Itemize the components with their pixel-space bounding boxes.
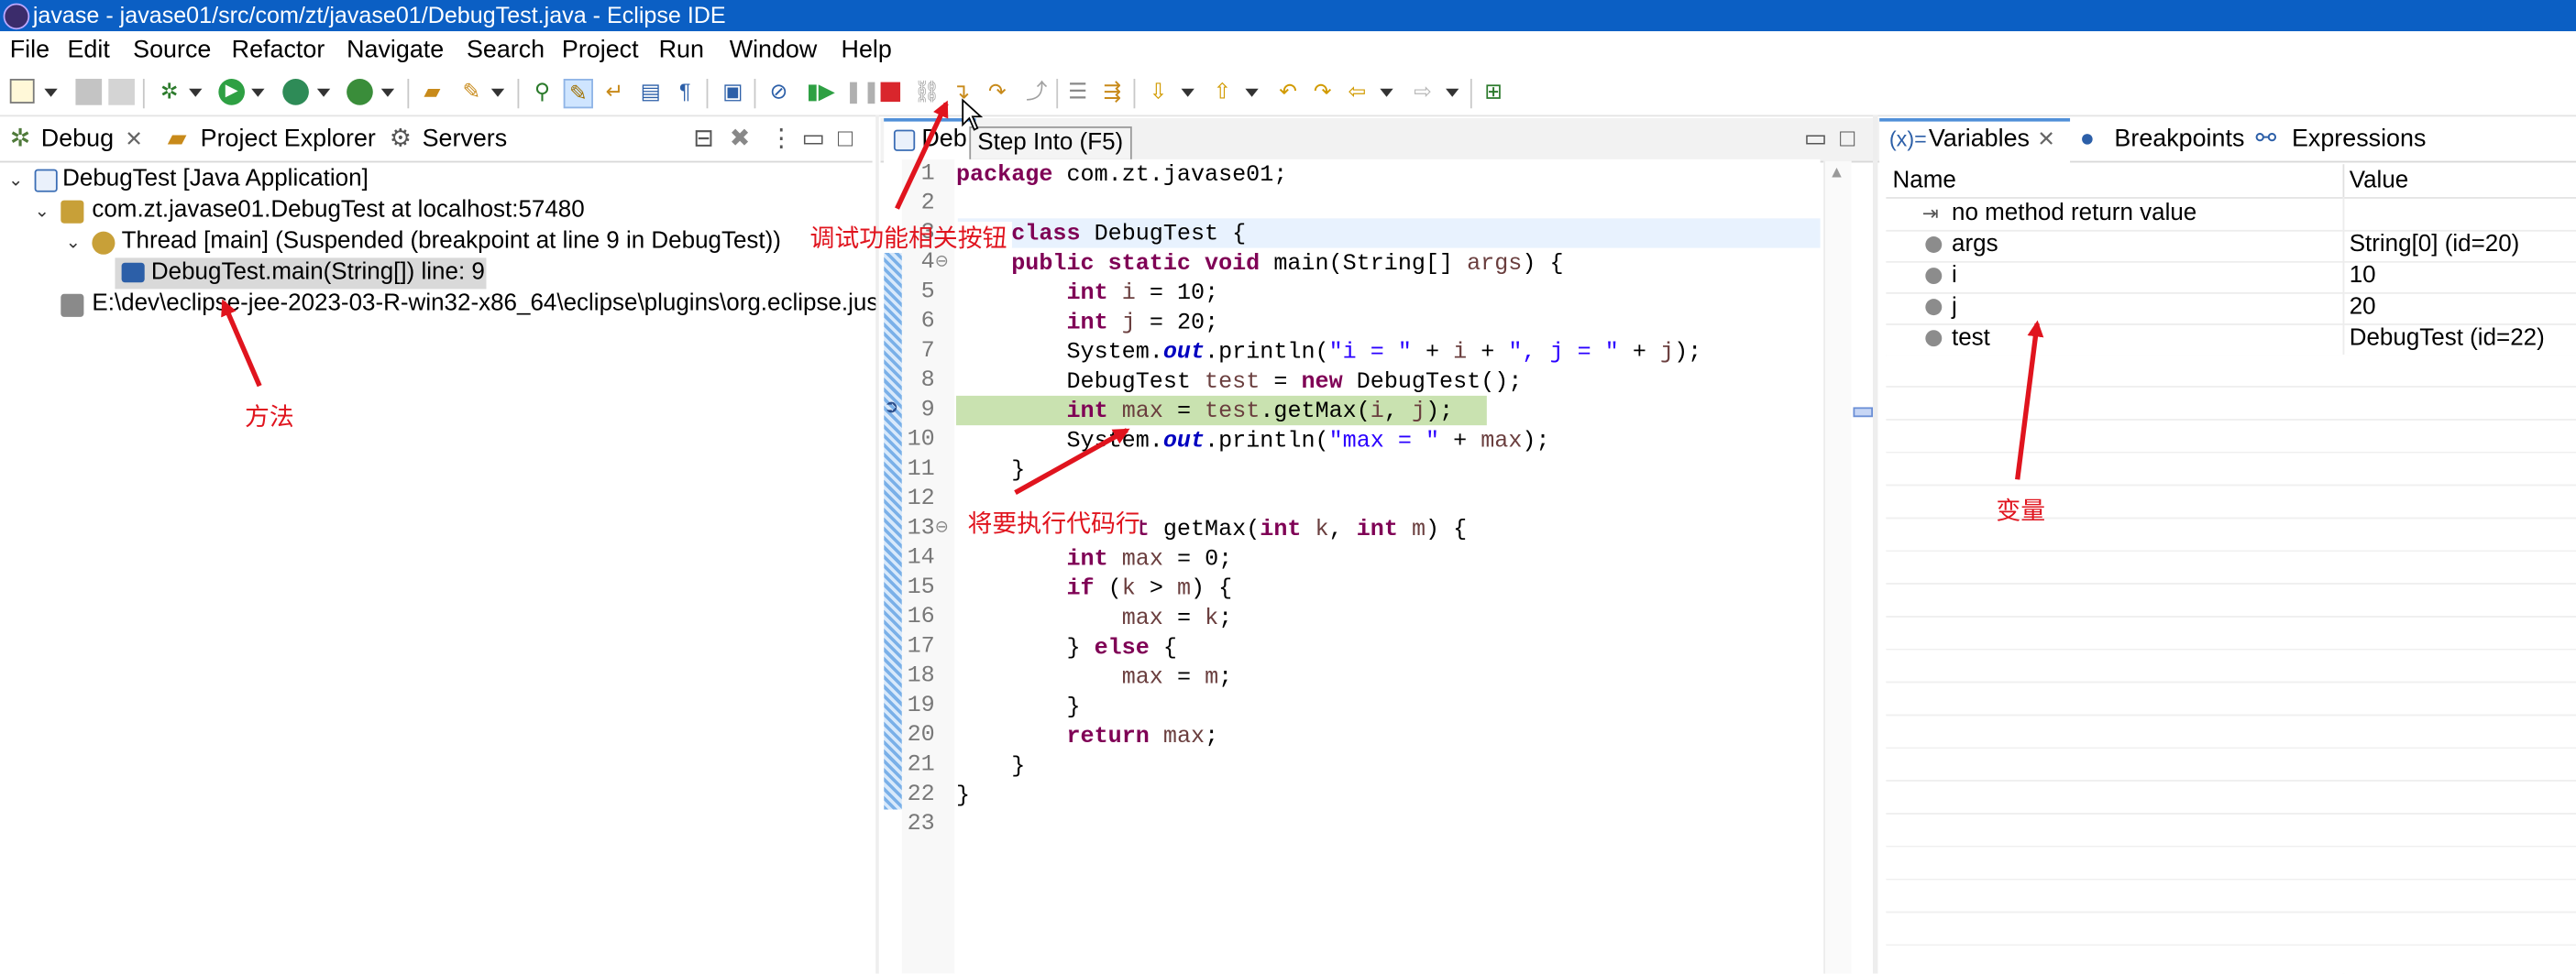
annotation-method: 方法 <box>245 402 294 432</box>
annotation-variables: 变量 <box>1996 496 2046 526</box>
mouse-cursor-icon <box>962 98 984 131</box>
arrow-debug-buttons <box>895 100 949 210</box>
annotation-arrows <box>221 100 2044 495</box>
arrow-variables <box>2015 320 2044 480</box>
arrow-next-line <box>1014 428 1130 495</box>
annotation-debug-buttons: 调试功能相关按钮 <box>809 223 1007 253</box>
arrow-method <box>221 299 262 388</box>
annotation-next-line: 将要执行代码行 <box>967 505 1140 541</box>
